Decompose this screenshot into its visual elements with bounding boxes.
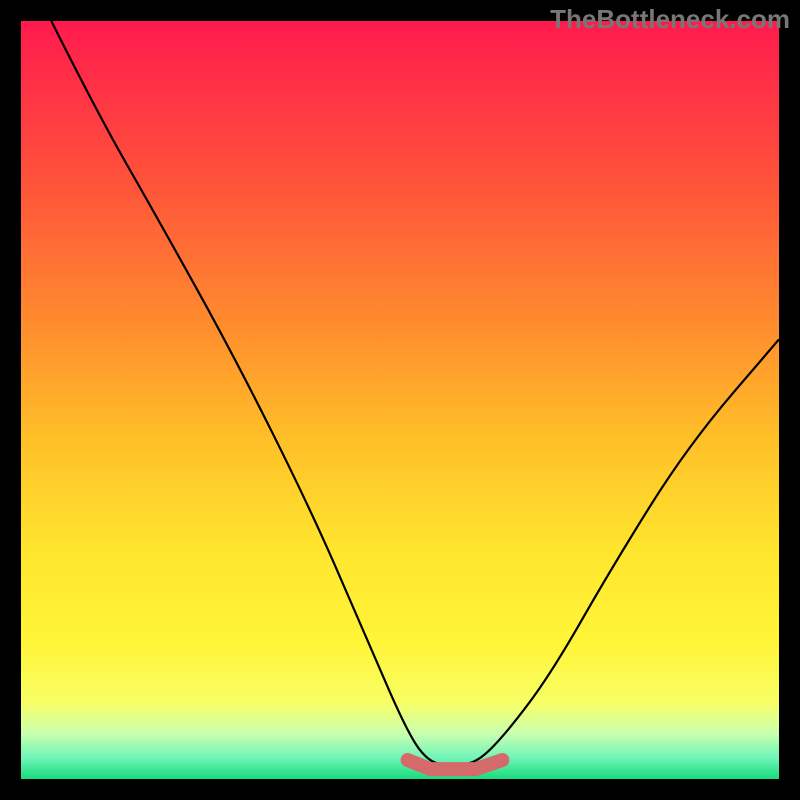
watermark: TheBottleneck.com bbox=[550, 4, 790, 35]
chart-svg bbox=[21, 21, 779, 779]
gradient-background bbox=[21, 21, 779, 779]
chart-frame: TheBottleneck.com bbox=[0, 0, 800, 800]
plot-area bbox=[21, 21, 779, 779]
